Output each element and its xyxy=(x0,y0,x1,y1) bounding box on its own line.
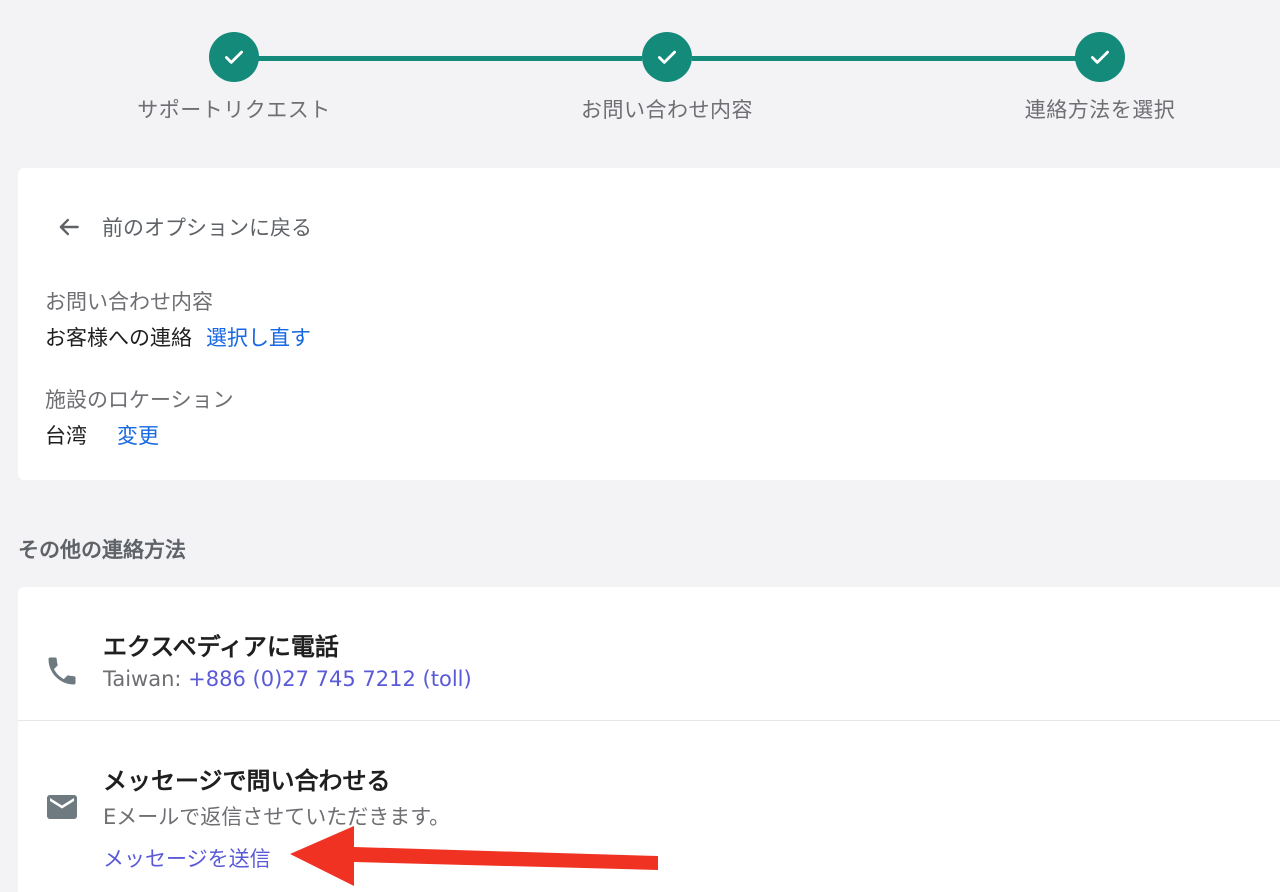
inquiry-value-row: お客様への連絡 選択し直す xyxy=(45,322,311,352)
phone-icon xyxy=(48,657,76,685)
call-expedia-title: エクスペディアに電話 xyxy=(103,633,339,661)
step-1-label: サポートリクエスト xyxy=(137,98,331,122)
phone-contact-option: エクスペディアに電話 Taiwan: +886 (0)27 745 7212 (… xyxy=(18,587,1280,721)
step-2-complete-badge xyxy=(642,32,692,82)
step-2-label: お問い合わせ内容 xyxy=(581,98,753,122)
check-icon xyxy=(1091,50,1109,64)
send-message-link[interactable]: メッセージを送信 xyxy=(103,843,271,873)
change-location-link[interactable]: 変更 xyxy=(117,420,159,450)
phone-number-link[interactable]: +886 (0)27 745 7212 (toll) xyxy=(188,667,472,691)
phone-region-label: Taiwan: xyxy=(103,667,189,691)
stepper-connector-2 xyxy=(692,56,1076,61)
step-3-label: 連絡方法を選択 xyxy=(1024,98,1176,122)
progress-stepper: サポートリクエスト お問い合わせ内容 連絡方法を選択 xyxy=(0,0,1280,150)
property-location-value: 台湾 xyxy=(45,424,87,448)
reselect-inquiry-link[interactable]: 選択し直す xyxy=(206,322,311,352)
stepper-connector-1 xyxy=(258,56,642,61)
property-location-value-row: 台湾 変更 xyxy=(45,420,159,450)
other-contact-methods-heading: その他の連絡方法 xyxy=(18,538,186,562)
back-to-previous-options-link[interactable]: 前のオプションに戻る xyxy=(56,212,312,242)
mail-icon xyxy=(47,795,77,819)
message-inquiry-title: メッセージで問い合わせる xyxy=(103,767,391,795)
check-icon xyxy=(225,50,243,64)
inquiry-value: お客様への連絡 xyxy=(45,326,192,350)
back-link-label: 前のオプションに戻る xyxy=(102,216,312,240)
step-3-complete-badge xyxy=(1075,32,1125,82)
property-location-label: 施設のロケーション xyxy=(45,388,234,412)
phone-detail: Taiwan: +886 (0)27 745 7212 (toll) xyxy=(103,667,472,691)
arrow-left-icon xyxy=(59,218,79,236)
inquiry-label: お問い合わせ内容 xyxy=(45,290,213,314)
check-icon xyxy=(658,50,676,64)
step-1-complete-badge xyxy=(209,32,259,82)
red-arrow-icon xyxy=(290,826,658,886)
request-summary-card: 前のオプションに戻る お問い合わせ内容 お客様への連絡 選択し直す 施設のロケー… xyxy=(18,168,1280,480)
